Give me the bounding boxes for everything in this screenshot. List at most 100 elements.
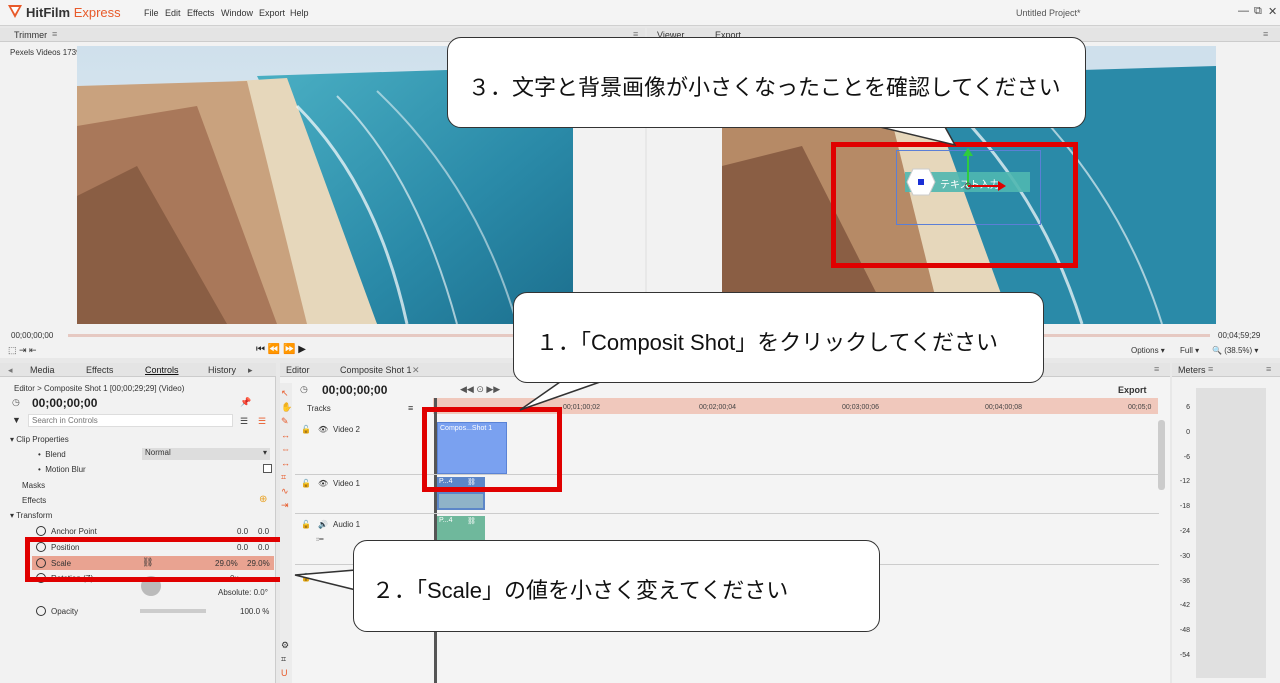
menu-help[interactable]: Help xyxy=(290,8,309,18)
eye-icon[interactable]: 👁 xyxy=(318,425,328,434)
panel-menu-icon[interactable]: ≡ xyxy=(1266,364,1271,374)
menu-edit[interactable]: Edit xyxy=(165,8,181,18)
composite-highlight-box xyxy=(422,407,562,492)
meters-tab-header: Meters ≡ ≡ xyxy=(1172,363,1280,377)
meter-tick: 0 xyxy=(1186,429,1190,436)
opacity-slider[interactable] xyxy=(140,609,206,613)
lock-icon[interactable]: 🔓 xyxy=(301,573,311,582)
eye-icon[interactable]: 👁 xyxy=(318,479,328,488)
callout-step3: ３．文字と背景画像が小さくなったことを確認してください xyxy=(447,37,1086,128)
meter-tick: -6 xyxy=(1183,454,1190,461)
lock-icon[interactable]: 🔓 xyxy=(301,479,311,488)
track-audio1-label: Audio 1 xyxy=(333,520,361,529)
anchor-point-label: Anchor Point xyxy=(51,527,97,536)
menu-window[interactable]: Window xyxy=(221,8,253,18)
meter-tick: -12 xyxy=(1179,478,1190,485)
lock-icon[interactable]: 🔓 xyxy=(301,425,311,434)
app-title: HitFilm Express xyxy=(26,5,121,20)
tab-editor[interactable]: Editor xyxy=(286,365,310,375)
close-button[interactable]: ✕ xyxy=(1268,5,1277,18)
clip-properties-header[interactable]: ▾ Clip Properties xyxy=(10,435,69,444)
clock-icon: ◷ xyxy=(12,397,20,407)
lock-icon[interactable]: 🔓 xyxy=(301,520,311,529)
tracks-menu-icon[interactable]: ≡ xyxy=(408,403,413,413)
motion-blur-label: • Motion Blur xyxy=(38,465,86,474)
add-effect-icon[interactable]: ⊕ xyxy=(259,494,267,505)
anchor-y-value[interactable]: 0.0 xyxy=(258,527,269,536)
audio1-clip-label: P...4 xyxy=(439,517,453,524)
trimmer-timecode-start: 00;00;00;00 xyxy=(11,331,54,340)
rotation-absolute: Absolute: 0.0° xyxy=(218,588,268,597)
restore-button[interactable]: ⧉ xyxy=(1254,5,1262,18)
playback-controls[interactable]: ⏮ ⏪ ⏩ ▶ xyxy=(256,344,306,355)
filter-icon[interactable]: ▼ xyxy=(12,415,21,425)
minimize-button[interactable]: — xyxy=(1238,5,1249,17)
audio1-clip[interactable]: P...4 ⛓ xyxy=(437,516,485,542)
export-button[interactable]: Export xyxy=(1118,385,1147,395)
controls-timecode[interactable]: 00;00;00;00 xyxy=(32,396,97,410)
panel-menu-icon[interactable]: ≡ xyxy=(52,29,57,39)
transform-header[interactable]: ▾ Transform xyxy=(10,511,52,520)
controls-panel: ◂ Media Effects Controls History ▸ Edito… xyxy=(0,363,276,683)
tab-history[interactable]: History xyxy=(208,365,236,375)
tab-scroll-right-icon[interactable]: ▸ xyxy=(248,365,253,376)
ruler-label: 00;02;00;04 xyxy=(699,404,736,411)
meter-tick: 6 xyxy=(1186,404,1190,411)
grid-view-icon[interactable]: ☰ xyxy=(258,416,266,427)
anchor-keyframe-icon[interactable] xyxy=(36,526,46,536)
track-video2-label: Video 2 xyxy=(333,425,360,434)
waveform-icon[interactable]: ⩴ xyxy=(316,533,324,544)
speaker-icon[interactable]: 🔊 xyxy=(318,520,328,529)
trimmer-insert-icons[interactable]: ⬚ ⇥ ⇤ xyxy=(8,345,37,356)
motion-blur-checkbox[interactable] xyxy=(263,464,272,473)
timeline-timecode[interactable]: 00;00;00;00 xyxy=(322,383,387,397)
callout-step2: ２．「Scale」の値を小さく変えてください xyxy=(353,540,880,632)
callout-step1: １．「Composit Shot」をクリックしてください xyxy=(513,292,1044,383)
menu-export[interactable]: Export xyxy=(259,8,285,18)
close-tab-icon[interactable]: ✕ xyxy=(412,365,420,376)
meter-tick: -30 xyxy=(1179,553,1190,560)
meter-tick: -42 xyxy=(1179,602,1190,609)
timeline-bottom-icons[interactable]: ⚙ ⌗ U xyxy=(281,638,289,680)
tab-composite-shot[interactable]: Composite Shot 1 xyxy=(340,365,412,375)
timeline-transport-icons[interactable]: ◀◀ ⊙ ▶▶ xyxy=(460,384,500,395)
tab-trimmer[interactable]: Trimmer xyxy=(14,30,47,40)
opacity-value[interactable]: 100.0 % xyxy=(240,607,269,616)
panel-menu-icon[interactable]: ≡ xyxy=(1154,364,1159,374)
masks-header[interactable]: Masks xyxy=(22,481,45,490)
blend-label: • Blend xyxy=(38,450,66,459)
menu-file[interactable]: File xyxy=(144,8,159,18)
blend-dropdown[interactable]: Normal ▾ xyxy=(142,448,270,460)
meter-tick: -36 xyxy=(1179,578,1190,585)
left-tab-header: ◂ Media Effects Controls History ▸ xyxy=(0,363,276,377)
effects-header[interactable]: Effects xyxy=(22,496,46,505)
ruler-label: 00;04;00;08 xyxy=(985,404,1022,411)
opacity-keyframe-icon[interactable] xyxy=(36,606,46,616)
clock-icon: ◷ xyxy=(300,384,308,394)
project-title: Untitled Project* xyxy=(1016,8,1081,18)
menu-effects[interactable]: Effects xyxy=(187,8,214,18)
video-thumbnail xyxy=(439,494,483,508)
list-view-icon[interactable]: ☰ xyxy=(240,416,248,427)
ruler-label: 00;05;0 xyxy=(1128,404,1152,411)
panel-menu-icon[interactable]: ≡ xyxy=(1263,29,1268,39)
title-bar: HitFilm Express File Edit Effects Window… xyxy=(0,0,1280,26)
timeline-scrollbar[interactable] xyxy=(1158,420,1165,490)
tab-meters[interactable]: Meters xyxy=(1178,365,1206,375)
meter-tick: -24 xyxy=(1179,528,1190,535)
timeline-tools-icons[interactable]: ↖ ✋ ✎ ↔ ⇔ ↔ ⌗ ∿ ⇥ xyxy=(281,386,292,512)
controls-breadcrumb: Editor > Composite Shot 1 [00;00;29;29] … xyxy=(14,384,185,393)
pin-icon[interactable]: 📌 xyxy=(240,397,251,408)
meter-tick: -18 xyxy=(1179,503,1190,510)
tab-effects[interactable]: Effects xyxy=(86,365,113,375)
zoom-dropdown[interactable]: 🔍 (38.5%) ▾ xyxy=(1212,346,1258,355)
panel-menu-icon[interactable]: ≡ xyxy=(1208,364,1213,374)
tab-scroll-left-icon[interactable]: ◂ xyxy=(8,365,13,376)
tab-media[interactable]: Media xyxy=(30,365,55,375)
quality-dropdown[interactable]: Full ▾ xyxy=(1180,346,1199,355)
anchor-x-value[interactable]: 0.0 xyxy=(237,527,248,536)
tab-controls[interactable]: Controls xyxy=(145,365,179,375)
tracks-label: Tracks xyxy=(307,404,331,413)
options-dropdown[interactable]: Options ▾ xyxy=(1131,346,1165,355)
search-controls-input[interactable] xyxy=(28,414,233,427)
